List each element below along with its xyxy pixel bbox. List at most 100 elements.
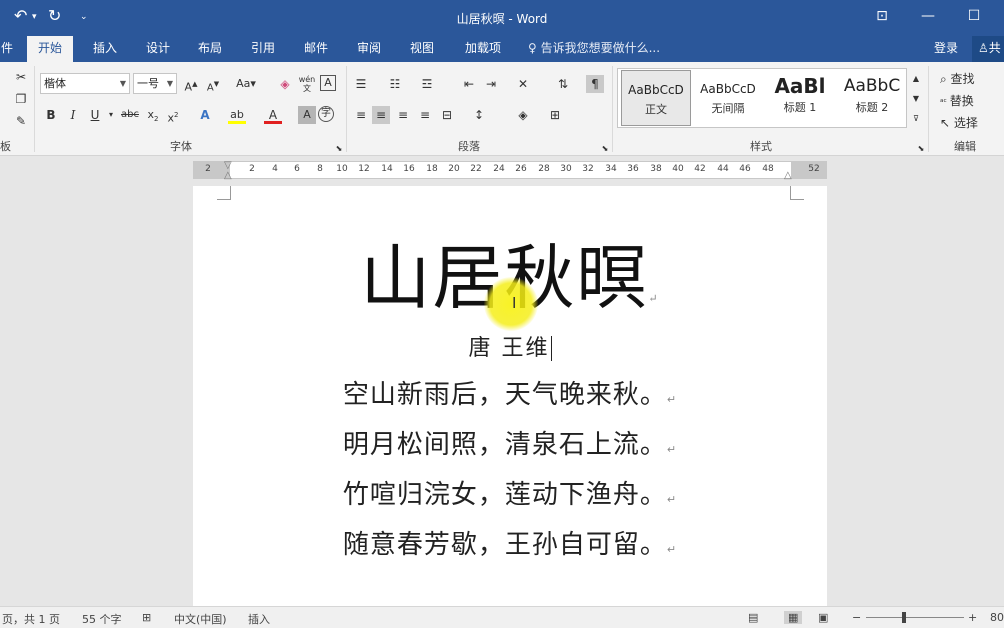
language-indicator[interactable]: 中文(中国) [174,611,227,627]
horizontal-ruler[interactable]: 2 2 4 6 8 10 12 14 16 18 20 22 24 26 28 … [193,160,827,181]
word-count[interactable]: 55 个字 [82,611,122,627]
style-heading-2[interactable]: AaBbC 标题 2 [837,70,907,126]
subscript-icon[interactable]: x2 [144,106,162,124]
character-shading-icon[interactable]: A [298,106,316,124]
enclose-characters-icon[interactable]: 字 [318,106,334,122]
read-mode-icon[interactable]: ▤ [748,611,758,624]
right-indent-marker[interactable]: △ [784,170,792,181]
zoom-slider-thumb[interactable] [902,612,906,623]
superscript-icon[interactable]: x2 [164,106,182,125]
ribbon-tabs: 件 开始 插入 设计 布局 引用 邮件 审阅 视图 加载项 ♀ 告诉我您想要做什… [0,36,1004,62]
ruler-number: 42 [694,164,706,174]
maximize-icon[interactable]: ☐ [962,8,986,24]
poem-line[interactable]: 竹喧归浣女，莲动下渔舟。↵ [193,474,827,511]
ribbon-display-options-icon[interactable]: ⊡ [870,8,894,24]
ruler-number: 24 [493,164,505,174]
style-sample: AaBbC [843,76,901,96]
justify-icon[interactable]: ≡ [416,106,434,124]
highlight-color-icon[interactable]: ab [228,106,246,124]
grow-font-icon[interactable]: A▲ [182,75,200,94]
styles-gallery: AaBbCcD 正文 AaBbCcD 无间隔 AaBl 标题 1 AaBbC 标… [617,68,907,128]
styles-scroll-up-icon[interactable]: ▲ [907,70,925,88]
bullets-icon[interactable]: ☰ [352,75,370,93]
font-color-icon[interactable]: A [264,106,282,124]
select-button[interactable]: ↖ 选择 [940,114,978,131]
clear-formatting-icon[interactable]: ◈ [276,75,294,93]
line-spacing-icon[interactable]: ↕ [470,106,488,124]
poem-line[interactable]: 明月松间照，清泉石上流。↵ [193,424,827,461]
document-page[interactable]: 山居秋暝↵ I 唐 王维 空山新雨后，天气晚来秋。↵ 明月松间照，清泉石上流。↵… [193,186,827,606]
tab-addins[interactable]: 加载项 [456,36,510,62]
style-name: 标题 1 [783,101,817,114]
word-window: ↶ ▾ ↻ ⌄ 山居秋暝 - Word ⊡ — ☐ 件 开始 插入 设计 布局 … [0,0,1004,628]
poem-line[interactable]: 空山新雨后，天气晚来秋。↵ [193,374,827,411]
minimize-icon[interactable]: — [916,8,940,24]
bold-icon[interactable]: B [42,106,60,124]
line-text: 随意春芳歇，王孙自可留。 [342,530,667,560]
show-paragraph-marks-icon[interactable]: ¶ [586,75,604,93]
tab-home[interactable]: 开始 [27,36,73,62]
zoom-level[interactable]: 80 [990,611,1004,624]
strikethrough-icon[interactable]: abc [118,106,142,124]
tab-file[interactable]: 件 [0,36,14,62]
page-count[interactable]: 页，共 1 页 [2,611,60,627]
sort-icon[interactable]: ⇅ [554,75,572,93]
styles-scroll-down-icon[interactable]: ▼ [907,90,925,108]
align-center-icon[interactable]: ≡ [372,106,390,124]
replace-label: 替换 [949,94,974,108]
copy-icon[interactable]: ❐ [12,90,30,108]
font-name-dropdown[interactable]: 楷体 ▼ [40,73,130,94]
document-author[interactable]: 唐 王维 [193,330,827,362]
align-left-icon[interactable]: ≡ [352,106,370,124]
cut-icon[interactable]: ✂ [12,68,30,86]
tab-review[interactable]: 审阅 [349,36,389,62]
format-painter-icon[interactable]: ✎ [12,112,30,130]
asian-layout-icon[interactable]: ✕ [514,75,532,93]
search-icon: ⌕ [940,72,951,86]
tab-design[interactable]: 设计 [138,36,178,62]
ruler-number: 44 [717,164,729,174]
borders-icon[interactable]: ⊞ [546,106,564,124]
print-layout-icon[interactable]: ▦ [784,611,803,624]
tab-mailings[interactable]: 邮件 [296,36,336,62]
hanging-indent-marker[interactable]: △ [224,170,232,181]
find-button[interactable]: ⌕ 查找 [940,70,975,87]
paragraph-group-label: 段落 [458,140,480,153]
tab-view[interactable]: 视图 [402,36,442,62]
style-normal[interactable]: AaBbCcD 正文 [621,70,691,126]
shading-icon[interactable]: ◈ [514,106,532,124]
align-right-icon[interactable]: ≡ [394,106,412,124]
numbering-icon[interactable]: ☷ [386,75,404,93]
tab-insert[interactable]: 插入 [84,36,126,62]
zoom-in-icon[interactable]: + [968,611,977,624]
text-effects-icon[interactable]: A [196,106,214,124]
login-button[interactable]: 登录 [934,36,958,62]
italic-icon[interactable]: I [64,106,82,124]
poem-line[interactable]: 随意春芳歇，王孙自可留。↵ [193,524,827,561]
increase-indent-icon[interactable]: ⇥ [482,75,500,93]
style-no-spacing[interactable]: AaBbCcD 无间隔 [693,70,763,126]
character-border-icon[interactable]: A [320,75,336,91]
tab-references[interactable]: 引用 [243,36,283,62]
proofing-icon[interactable]: ⊞ [142,611,151,624]
font-size-dropdown[interactable]: 一号 ▼ [133,73,177,94]
zoom-out-icon[interactable]: − [852,611,861,624]
insert-mode-indicator[interactable]: 插入 [248,611,270,627]
share-button[interactable]: ♙共 [972,36,1004,62]
tell-me-box[interactable]: ♀ 告诉我您想要做什么... [528,36,660,62]
window-title: 山居秋暝 - Word [456,12,548,26]
web-layout-icon[interactable]: ▣ [818,611,828,624]
phonetic-guide-icon[interactable]: wén 文 [298,75,316,93]
style-heading-1[interactable]: AaBl 标题 1 [765,70,835,126]
replace-button[interactable]: ᵃᶜ 替换 [940,92,974,109]
tab-layout[interactable]: 布局 [190,36,230,62]
decrease-indent-icon[interactable]: ⇤ [460,75,478,93]
zoom-slider[interactable] [866,617,964,618]
styles-more-icon[interactable]: ⊽ [907,110,925,128]
shrink-font-icon[interactable]: A▼ [204,75,222,93]
ruler-number: 38 [650,164,662,174]
change-case-icon[interactable]: Aa▾ [233,75,259,93]
ruler-number: 28 [538,164,550,174]
distributed-icon[interactable]: ⊟ [438,106,456,124]
multilevel-list-icon[interactable]: ☲ [418,75,436,93]
